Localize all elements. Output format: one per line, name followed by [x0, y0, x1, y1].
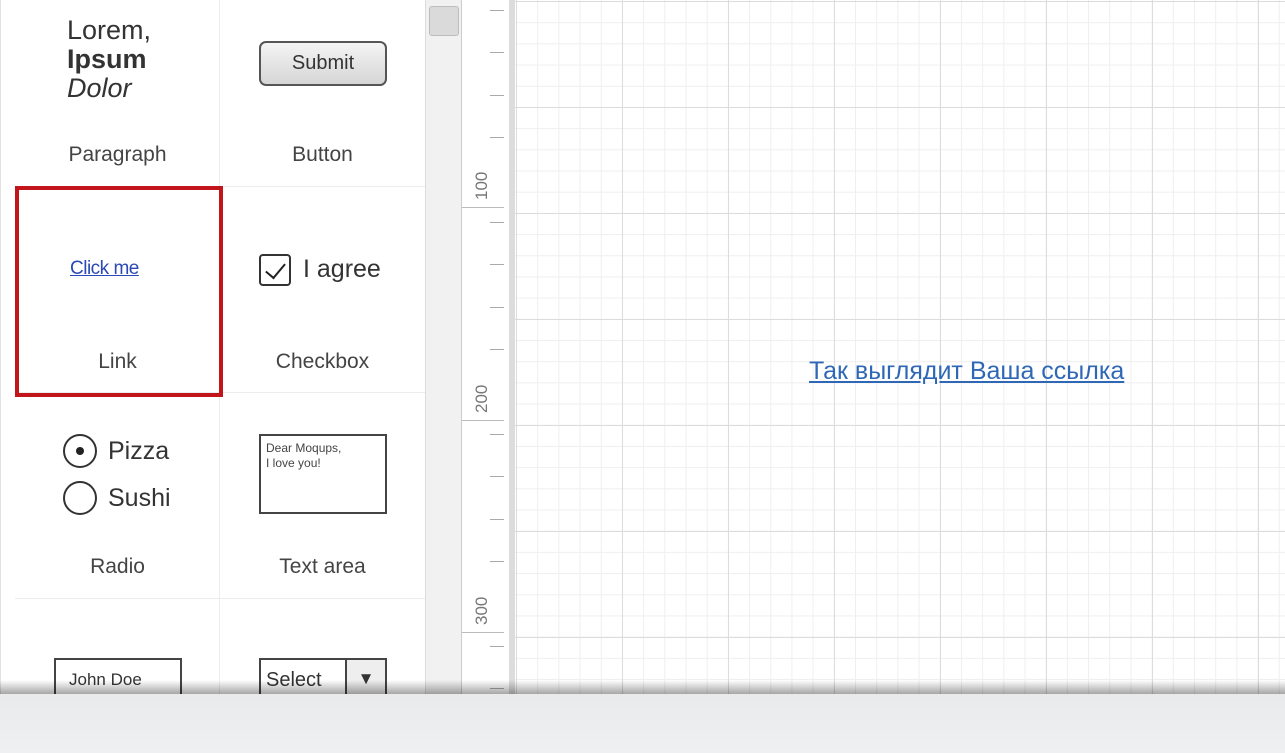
ruler-major-tick [462, 632, 504, 633]
canvas-link-element[interactable]: Так выглядит Ваша ссылка [809, 357, 1124, 386]
text-area-line: Dear Moqups, [266, 441, 342, 455]
ruler-tick [490, 561, 504, 562]
ruler-major-tick [462, 207, 504, 208]
ruler-tick [490, 519, 504, 520]
paragraph-line: Lorem, [67, 15, 152, 45]
ruler-tick [490, 349, 504, 350]
design-canvas[interactable]: Так выглядит Ваша ссылка [515, 0, 1285, 694]
radio-unselected-icon [63, 481, 97, 515]
palette-item-button[interactable]: Button [220, 0, 425, 206]
paragraph-preview: Lorem, Ipsum Dolor [67, 16, 151, 103]
palette-item-label: Radio [90, 555, 145, 578]
ruler-tick [490, 476, 504, 477]
palette-scrollbar[interactable] [425, 0, 461, 694]
radio-option-label: Pizza [108, 437, 170, 465]
ruler-major-tick [462, 420, 504, 421]
radio-selected-icon [63, 434, 97, 468]
ruler-tick [490, 434, 504, 435]
button-preview: Submit [259, 41, 387, 86]
paragraph-line-italic: Dolor [67, 73, 132, 103]
palette-item-label: Checkbox [275, 350, 370, 373]
checkbox-checked-icon [259, 254, 291, 286]
ruler-tick [490, 137, 504, 138]
palette-item-checkbox[interactable]: Checkbox [220, 187, 425, 393]
bottom-shadow-band [0, 680, 1285, 753]
palette-item-label: Paragraph [68, 143, 167, 166]
ruler-tick [490, 307, 504, 308]
component-palette: Paragraph Lorem, Ipsum Dolor Button Subm… [0, 0, 426, 700]
ruler-tick [490, 95, 504, 96]
vertical-ruler: 100 200 300 [461, 0, 515, 694]
palette-item-label: Text area [279, 555, 366, 578]
ruler-tick [490, 646, 504, 647]
paragraph-line-bold: Ipsum [67, 44, 147, 74]
ruler-tick [490, 222, 504, 223]
ruler-label: 300 [472, 596, 491, 625]
scrollbar-thumb[interactable] [429, 6, 459, 36]
palette-item-label: Button [292, 143, 353, 166]
checkbox-preview-label: I agree [303, 255, 381, 283]
ruler-label: 200 [472, 384, 491, 413]
selection-highlight [15, 186, 223, 397]
ruler-tick [490, 264, 504, 265]
ruler-tick [490, 52, 504, 53]
ruler-label: 100 [472, 171, 491, 200]
text-area-line: I love you! [266, 456, 321, 470]
radio-option-label: Sushi [108, 484, 171, 512]
ruler-tick [490, 10, 504, 11]
text-area-preview: Dear Moqups, I love you! [259, 434, 387, 514]
